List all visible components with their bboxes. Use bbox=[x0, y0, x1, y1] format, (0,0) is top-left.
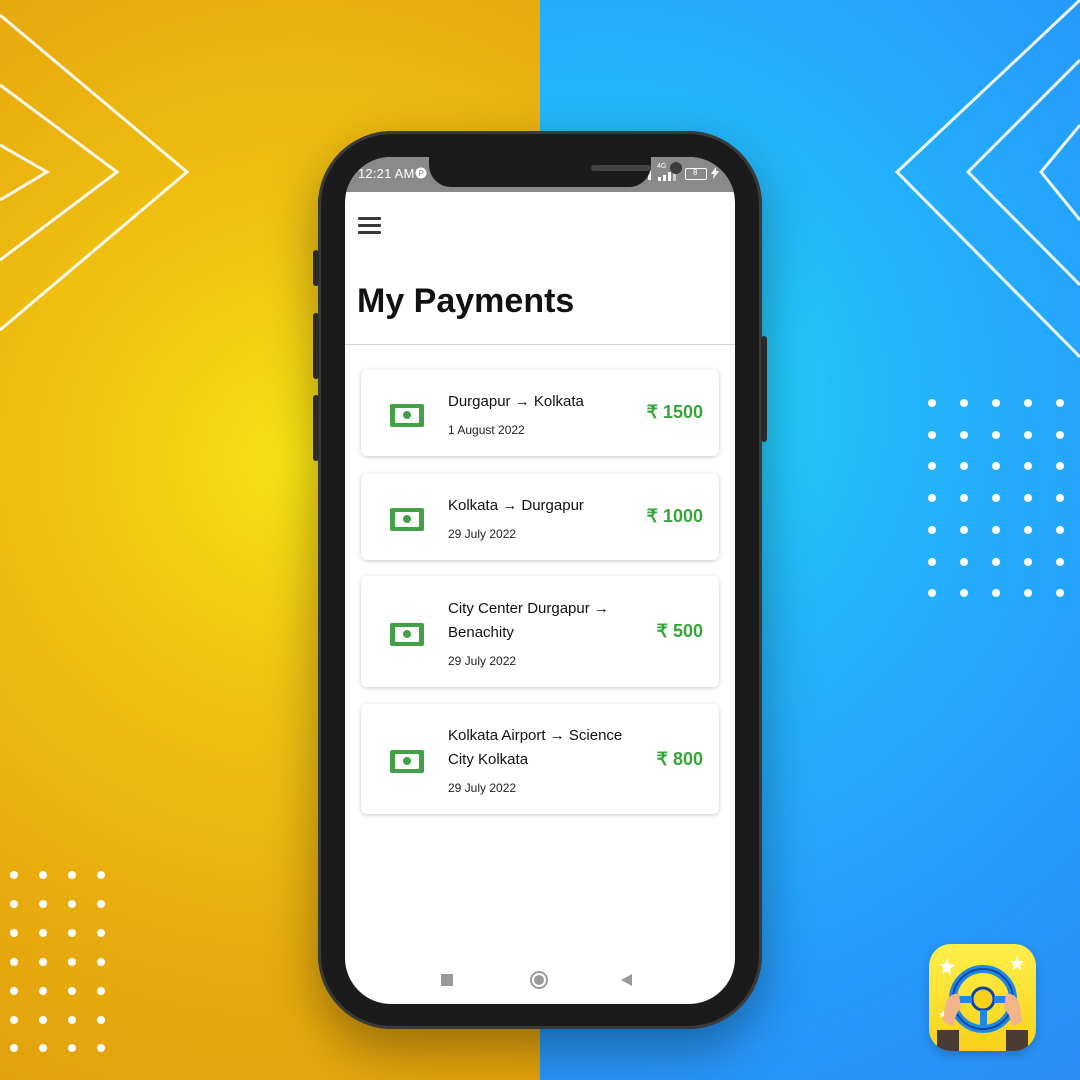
payment-route: City Center Durgapur → Benachity bbox=[448, 600, 609, 641]
dot-grid-right bbox=[928, 399, 1064, 597]
payment-route: Kolkata → Durgapur bbox=[448, 497, 584, 514]
cash-icon bbox=[390, 404, 424, 427]
android-nav-bar bbox=[345, 965, 735, 995]
charging-icon bbox=[711, 167, 719, 179]
payment-amount: ₹ 800 bbox=[656, 749, 704, 769]
svg-text:P: P bbox=[419, 169, 424, 178]
front-camera bbox=[670, 162, 682, 174]
triangle-back-icon[interactable] bbox=[621, 974, 632, 986]
square-icon[interactable] bbox=[441, 974, 453, 986]
header-divider bbox=[345, 344, 735, 345]
battery-icon: 8 bbox=[685, 168, 707, 180]
payment-date: 1 August 2022 bbox=[448, 423, 525, 437]
cash-icon bbox=[390, 750, 424, 773]
payment-card[interactable]: Kolkata Airport → Science City Kolkata 2… bbox=[361, 704, 719, 814]
phone-power-button bbox=[761, 336, 767, 442]
payment-amount: ₹ 1500 bbox=[646, 402, 704, 422]
payment-amount: ₹ 1000 bbox=[646, 506, 704, 526]
battery-level: 8 bbox=[693, 168, 698, 177]
payment-card[interactable]: City Center Durgapur → Benachity 29 July… bbox=[361, 576, 719, 687]
payment-route: Kolkata Airport → Science City Kolkata bbox=[448, 727, 623, 768]
dot-grid-left bbox=[10, 871, 105, 1052]
cash-icon bbox=[390, 623, 424, 646]
status-time: 12:21 AM bbox=[358, 166, 415, 181]
cash-icon bbox=[390, 508, 424, 531]
phone-screen: 12:21 AM P 4G 8 My Payments Durgapur → K… bbox=[345, 157, 735, 1004]
page-title: My Payments bbox=[357, 282, 575, 320]
phone-volume-down-button bbox=[313, 395, 319, 461]
payment-date: 29 July 2022 bbox=[448, 654, 517, 668]
payment-card[interactable]: Kolkata → Durgapur 29 July 2022 ₹ 1000 bbox=[361, 473, 719, 560]
steering-wheel-logo bbox=[929, 944, 1036, 1051]
payment-card[interactable]: Durgapur → Kolkata 1 August 2022 ₹ 1500 bbox=[361, 369, 719, 456]
payment-date: 29 July 2022 bbox=[448, 781, 517, 795]
phone-side-button bbox=[313, 250, 319, 286]
notification-icon: P bbox=[415, 167, 427, 179]
speaker bbox=[591, 165, 651, 171]
payment-amount: ₹ 500 bbox=[656, 621, 704, 641]
payment-date: 29 July 2022 bbox=[448, 527, 517, 541]
circle-icon[interactable] bbox=[530, 971, 548, 989]
payment-route: Durgapur → Kolkata bbox=[448, 393, 584, 410]
phone-volume-up-button bbox=[313, 313, 319, 379]
hamburger-menu-icon[interactable] bbox=[358, 217, 381, 238]
camera-notch bbox=[429, 157, 682, 187]
